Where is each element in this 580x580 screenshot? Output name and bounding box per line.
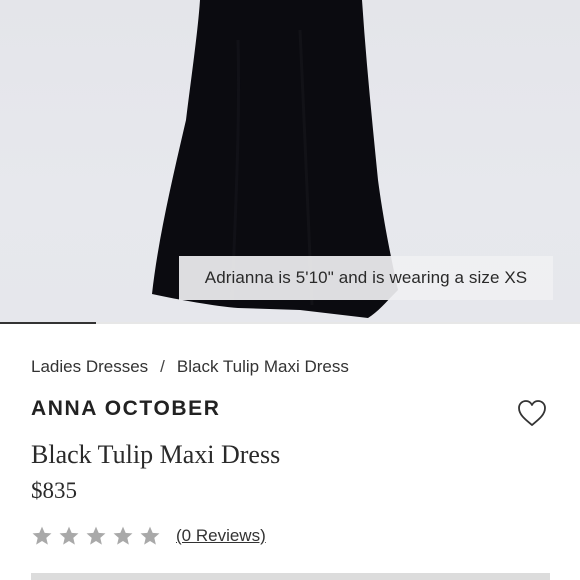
star-rating	[31, 525, 166, 547]
gallery-progress-track	[0, 322, 580, 324]
star-icon	[113, 526, 133, 545]
breadcrumb-item-ladies-dresses[interactable]: Ladies Dresses	[31, 357, 148, 377]
model-size-caption: Adrianna is 5'10" and is wearing a size …	[179, 256, 553, 300]
breadcrumb-item-current[interactable]: Black Tulip Maxi Dress	[177, 357, 349, 377]
breadcrumb: Ladies Dresses / Black Tulip Maxi Dress	[31, 357, 349, 377]
product-image-gallery[interactable]: Adrianna is 5'10" and is wearing a size …	[0, 0, 580, 324]
divider-bar	[31, 573, 550, 580]
star-icon	[86, 526, 106, 545]
rating-row[interactable]: (0 Reviews)	[31, 525, 266, 547]
star-icon	[32, 526, 52, 545]
star-icon	[140, 526, 160, 545]
brand-name[interactable]: ANNA OCTOBER	[31, 397, 221, 421]
reviews-link[interactable]: (0 Reviews)	[176, 526, 266, 546]
gallery-progress-indicator	[0, 322, 97, 324]
star-icon	[59, 526, 79, 545]
product-title: Black Tulip Maxi Dress	[31, 440, 281, 469]
heart-outline-icon[interactable]	[516, 398, 548, 428]
breadcrumb-separator: /	[160, 357, 165, 376]
product-price: $835	[31, 478, 77, 503]
